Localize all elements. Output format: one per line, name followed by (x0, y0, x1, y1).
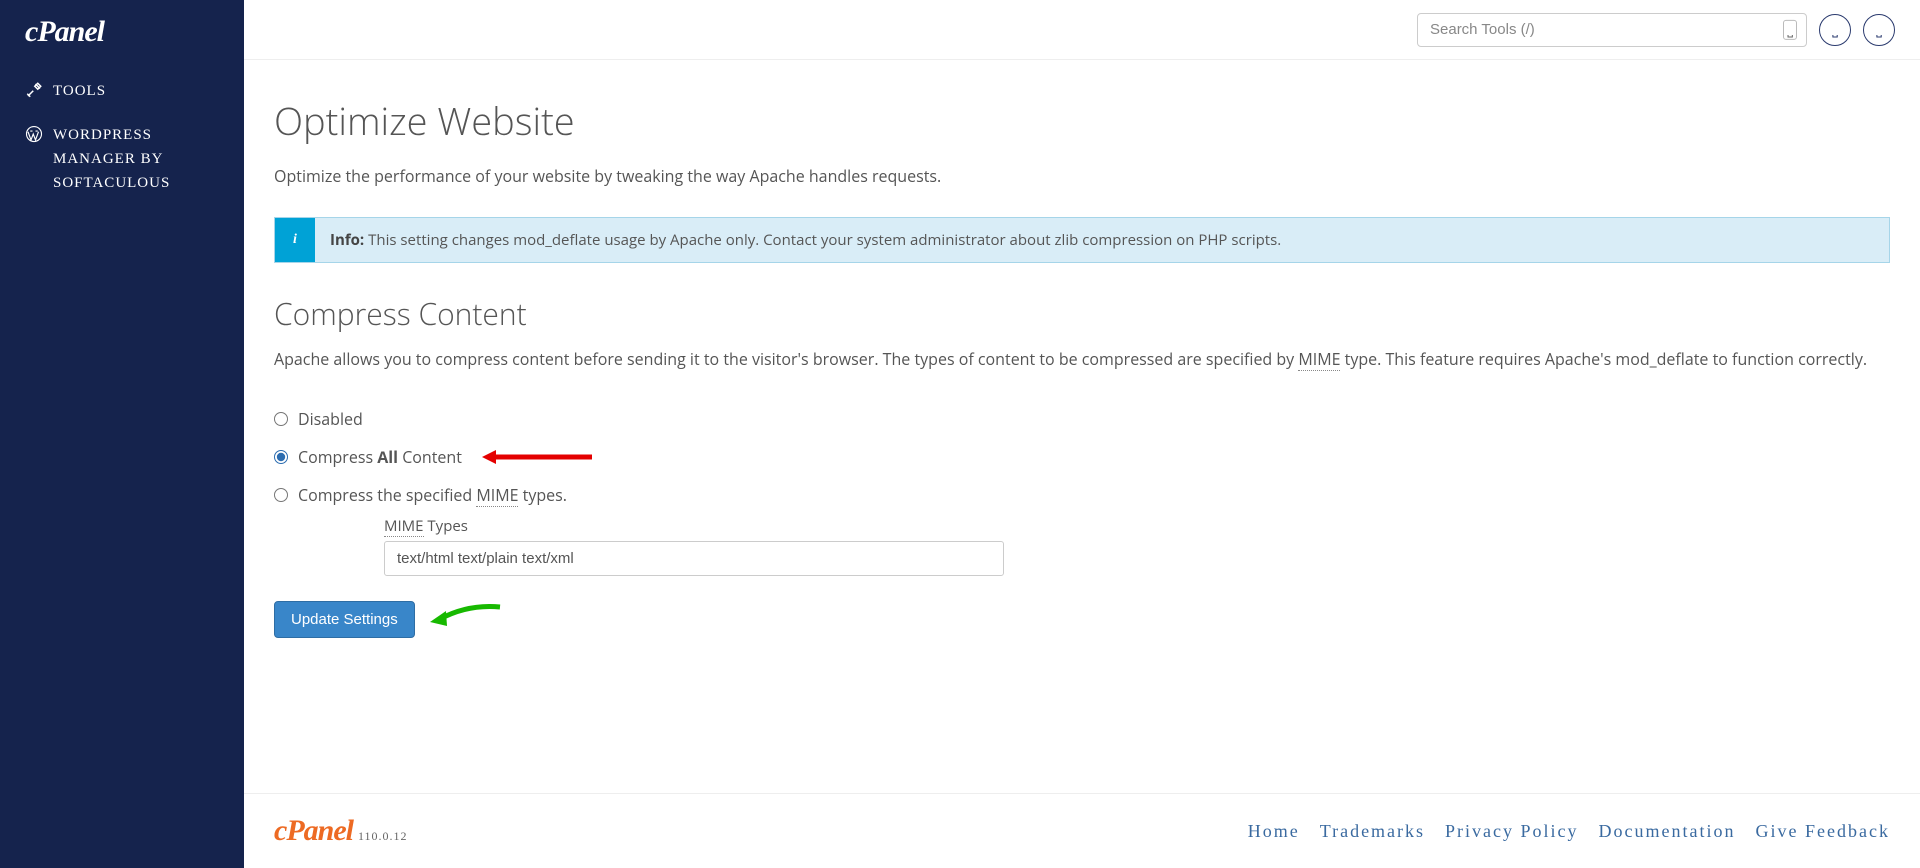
submit-row: Update Settings (274, 601, 1890, 638)
radio-disabled[interactable] (274, 412, 288, 426)
arrow-red-annotation (482, 449, 592, 465)
radio-disabled-label[interactable]: Disabled (298, 408, 363, 430)
mime-abbr: MIME (384, 516, 424, 537)
logo-text: cPanel (25, 15, 104, 48)
footer-logo: cPanel (274, 814, 353, 848)
info-label: Info: (330, 230, 364, 250)
sidebar: cPanel Tools WordPress Manager by Softac… (0, 0, 244, 868)
footer-links: Home Trademarks Privacy Policy Documenta… (1248, 821, 1890, 842)
compress-radio-group: Disabled Compress All Content Compress t… (274, 400, 1890, 576)
radio-specified-row: Compress the specified MIME types. (274, 476, 1890, 514)
footer-left: cPanel 110.0.12 (274, 814, 408, 848)
section-description: Apache allows you to compress content be… (274, 348, 1890, 370)
search-input[interactable] (1417, 13, 1807, 47)
main: ⎵ ⎵ ⎵ Optimize Website Optimize the perf… (244, 0, 1920, 868)
bell-icon: ⎵ (1832, 22, 1838, 38)
sidebar-item-tools[interactable]: Tools (0, 69, 244, 113)
info-icon: i (275, 218, 315, 262)
user-menu-button[interactable]: ⎵ (1863, 14, 1895, 46)
sidebar-item-label: Tools (53, 79, 219, 103)
wordpress-icon (25, 125, 43, 143)
footer-link-documentation[interactable]: Documentation (1599, 821, 1736, 842)
sidebar-item-label: WordPress Manager by Softaculous (53, 123, 219, 195)
user-icon: ⎵ (1876, 22, 1882, 38)
mime-types-block: MIME Types (384, 516, 1890, 576)
footer-link-home[interactable]: Home (1248, 821, 1300, 842)
page-title: Optimize Website (274, 95, 1890, 147)
footer-version: 110.0.12 (358, 829, 408, 844)
radio-all-row: Compress All Content (274, 438, 1890, 476)
info-body: Info: This setting changes mod_deflate u… (315, 218, 1296, 262)
footer-link-trademarks[interactable]: Trademarks (1320, 821, 1425, 842)
section-title: Compress Content (274, 293, 1890, 334)
mime-types-input[interactable] (384, 541, 1004, 576)
sidebar-item-wordpress[interactable]: WordPress Manager by Softaculous (0, 113, 244, 205)
radio-compress-all-label[interactable]: Compress All Content (298, 446, 462, 468)
radio-disabled-row: Disabled (274, 400, 1890, 438)
info-alert: i Info: This setting changes mod_deflate… (274, 217, 1890, 263)
page-description: Optimize the performance of your website… (274, 165, 1890, 187)
radio-compress-specified[interactable] (274, 488, 288, 502)
mime-types-label: MIME Types (384, 516, 1890, 536)
logo: cPanel (0, 15, 244, 69)
arrow-green-annotation (428, 604, 503, 635)
footer-link-feedback[interactable]: Give Feedback (1756, 821, 1890, 842)
content: Optimize Website Optimize the performanc… (244, 60, 1920, 793)
tools-icon (25, 81, 43, 99)
footer: cPanel 110.0.12 Home Trademarks Privacy … (244, 793, 1920, 868)
radio-compress-specified-label[interactable]: Compress the specified MIME types. (298, 484, 567, 506)
update-settings-button[interactable]: Update Settings (274, 601, 415, 638)
mime-abbr: MIME (476, 484, 518, 507)
notifications-button[interactable]: ⎵ (1819, 14, 1851, 46)
search-wrap: ⎵ (1417, 13, 1807, 47)
info-text: This setting changes mod_deflate usage b… (368, 230, 1281, 250)
radio-compress-all[interactable] (274, 450, 288, 464)
mime-abbr: MIME (1298, 348, 1340, 371)
topbar: ⎵ ⎵ ⎵ (244, 0, 1920, 60)
search-hotkey-icon: ⎵ (1783, 19, 1797, 39)
footer-link-privacy[interactable]: Privacy Policy (1445, 821, 1579, 842)
